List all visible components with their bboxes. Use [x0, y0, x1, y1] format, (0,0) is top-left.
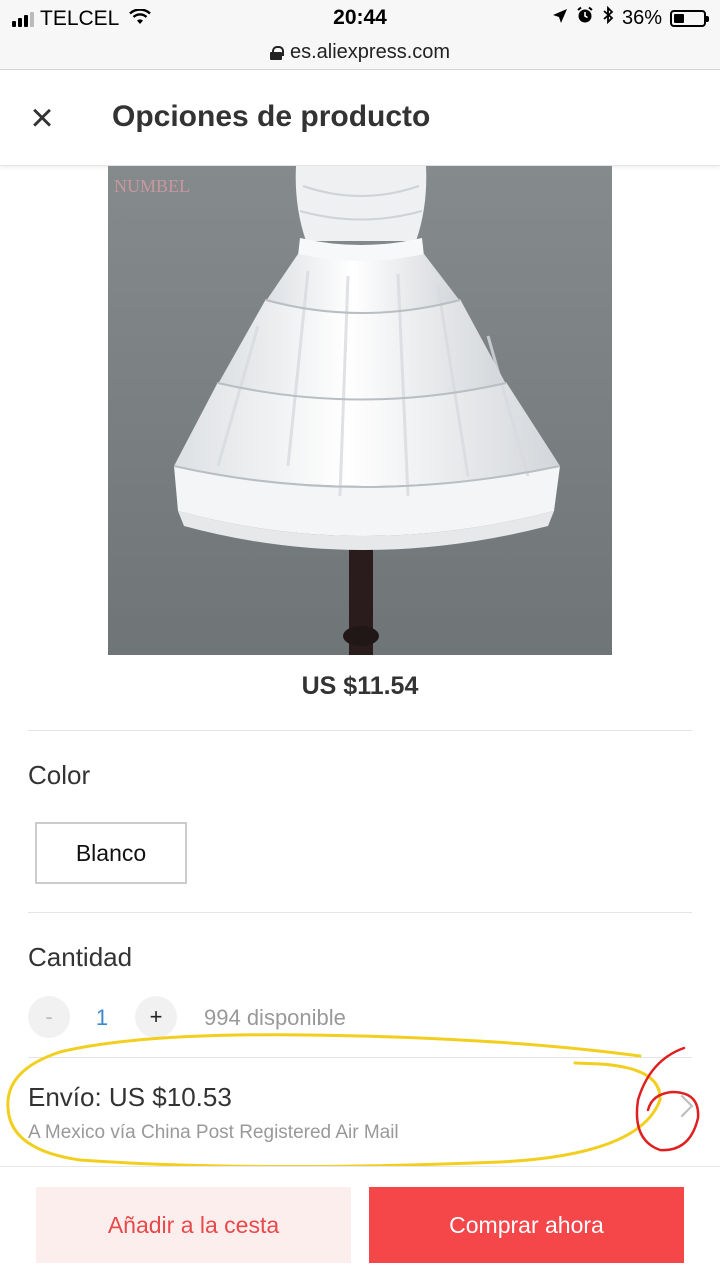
- status-right: 36%: [552, 5, 709, 30]
- divider: [28, 730, 692, 731]
- add-to-cart-button[interactable]: Añadir a la cesta: [36, 1187, 351, 1263]
- url-text: es.aliexpress.com: [289, 41, 451, 63]
- quantity-label: Cantidad: [28, 942, 133, 972]
- shipping-method: A Mexico vía China Post Registered Air M…: [28, 1122, 399, 1143]
- divider: [28, 912, 692, 913]
- quantity-decrease-button[interactable]: -: [28, 996, 70, 1038]
- chevron-right-icon: [670, 1094, 694, 1118]
- alarm-icon: [576, 6, 594, 30]
- lock-icon: [269, 45, 284, 60]
- battery-fill: [674, 13, 685, 23]
- page-header: × Opciones de producto: [0, 70, 720, 166]
- location-arrow-icon: [552, 7, 568, 30]
- status-bar: TELCEL 20:44 36%: [0, 0, 720, 36]
- quantity-value[interactable]: 1: [84, 996, 120, 1040]
- url-bar[interactable]: es.aliexpress.com: [0, 36, 720, 70]
- battery-icon: [670, 9, 709, 27]
- battery-percent: 36%: [621, 6, 662, 29]
- page-title: Opciones de producto: [112, 100, 431, 133]
- color-option-blanco[interactable]: Blanco: [35, 822, 187, 884]
- brand-watermark: NUMBEL: [114, 176, 190, 196]
- quantity-increase-button[interactable]: +: [135, 996, 177, 1038]
- quantity-stepper: - 1 + 994 disponible: [28, 996, 668, 1040]
- stock-available: 994 disponible: [204, 1005, 346, 1030]
- shipping-cost: Envío: US $10.53: [28, 1082, 232, 1112]
- bottom-action-bar: Añadir a la cesta Comprar ahora: [0, 1166, 720, 1280]
- shipping-option[interactable]: Envío: US $10.53 A Mexico vía China Post…: [0, 1058, 720, 1164]
- buy-now-button[interactable]: Comprar ahora: [369, 1187, 684, 1263]
- product-price: US $11.54: [301, 672, 419, 700]
- close-icon[interactable]: ×: [22, 98, 62, 138]
- bluetooth-icon: [602, 5, 614, 30]
- color-label: Color: [28, 760, 91, 790]
- product-image: NUMBEL: [108, 166, 612, 655]
